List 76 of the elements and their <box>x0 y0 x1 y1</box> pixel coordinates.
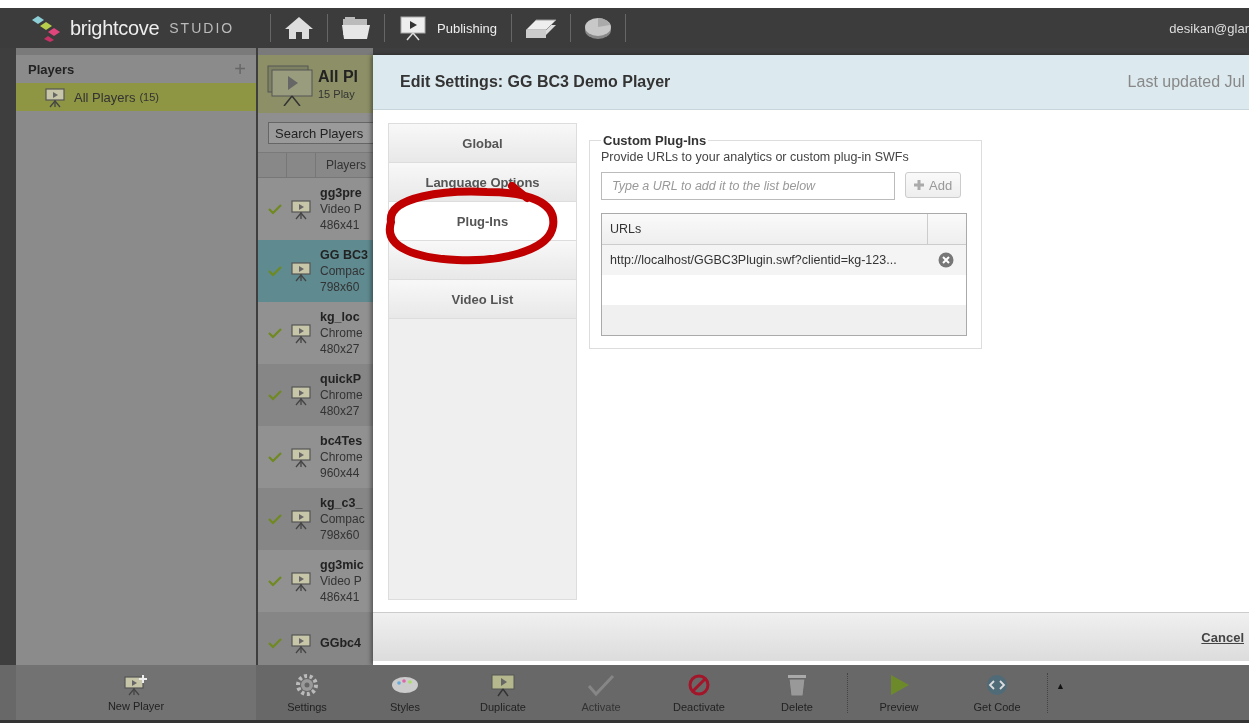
player-row[interactable]: kg_c3_ Compac 798x60 <box>258 488 373 550</box>
pie-chart-icon[interactable] <box>583 15 613 41</box>
presentation-screen-icon <box>399 15 427 41</box>
player-type: Chrome <box>320 387 363 403</box>
player-name: kg_c3_ <box>320 495 364 511</box>
player-size: 486x41 <box>320 589 361 605</box>
search-field[interactable]: Search Players <box>268 122 373 144</box>
player-screen-icon <box>290 570 312 592</box>
player-row[interactable]: GG BC3 Compac 798x60 <box>258 240 373 302</box>
settings-tab[interactable]: Plug-Ins <box>389 202 576 241</box>
player-screen-icon <box>290 260 312 282</box>
column-header: URLs <box>609 222 643 236</box>
player-name: bc4Tes <box>320 433 363 449</box>
sidebar-title: Players <box>28 61 75 77</box>
player-screen-icon <box>290 446 312 468</box>
brand-name: brightcove <box>70 16 160 40</box>
player-size: 798x60 <box>320 279 361 295</box>
player-row[interactable]: quickP Chrome 480x27 <box>258 364 373 426</box>
url-cell: http://localhost/GGBC3Plugin.swf?clientid=kg-123... <box>610 253 897 267</box>
player-size: 798x60 <box>320 527 361 543</box>
player-name: gg3mic <box>320 557 364 573</box>
settings-tab[interactable]: Video List <box>389 280 576 319</box>
player-size: 480x27 <box>320 341 361 357</box>
check-icon <box>587 672 615 697</box>
player-type: Chrome <box>320 449 363 465</box>
player-type: Video P <box>320 573 363 589</box>
player-row[interactable]: GGbc4 <box>258 612 373 665</box>
expand-toggle[interactable]: ▲ <box>1050 680 1071 691</box>
presentation-screen-icon <box>489 672 517 697</box>
preview-button[interactable]: Preview <box>850 665 948 720</box>
player-name: quickP <box>320 371 362 387</box>
list-title: All Pl <box>318 68 358 86</box>
cancel-link[interactable]: Cancel <box>1201 629 1244 645</box>
new-player-button[interactable]: New Player <box>16 665 256 720</box>
group-title: Custom Plug-Ins <box>602 133 708 148</box>
player-screen-icon <box>290 632 312 654</box>
product-name: STUDIO <box>169 20 235 36</box>
home-icon[interactable] <box>283 15 315 41</box>
player-screen-icon <box>44 86 66 108</box>
player-name: kg_loc <box>320 309 361 325</box>
dialog-title: Edit Settings: GG BC3 Demo Player <box>400 73 671 91</box>
settings-tab[interactable]: Global <box>389 124 576 163</box>
player-type: Compac <box>320 511 365 527</box>
url-field[interactable]: Type a URL to add it to the list below <box>601 172 895 200</box>
player-name: GGbc4 <box>320 635 361 651</box>
code-button[interactable]: Get Code <box>948 665 1046 720</box>
player-size: 486x41 <box>320 217 361 233</box>
player-screen-icon <box>290 322 312 344</box>
player-type: Video P <box>320 201 362 217</box>
list-count: 15 Play <box>318 88 356 100</box>
new-screen-icon <box>123 673 149 696</box>
last-updated: Last updated Jul <box>1127 73 1245 91</box>
folder-icon[interactable] <box>340 15 372 41</box>
gear-icon <box>293 672 321 697</box>
delete-button[interactable]: Delete <box>748 665 846 720</box>
player-size: 960x44 <box>320 465 361 481</box>
remove-icon[interactable] <box>938 252 954 268</box>
player-screen-icon <box>290 508 312 530</box>
player-name: gg3pre <box>320 185 362 201</box>
duplicate-button[interactable]: Duplicate <box>454 665 552 720</box>
user-name[interactable]: desikan@glar <box>1169 20 1249 36</box>
group-description: Provide URLs to your analytics or custom plug-in SWFs <box>601 150 910 164</box>
column-header: Players <box>325 158 366 172</box>
plus-icon <box>914 180 924 190</box>
styles-button[interactable]: Styles <box>356 665 454 720</box>
settings-button[interactable]: Settings <box>258 665 356 720</box>
player-screen-icon <box>264 62 314 106</box>
publishing-tab[interactable]: Publishing <box>393 15 503 41</box>
player-type: Chrome <box>320 325 363 341</box>
player-size: 480x27 <box>320 403 361 419</box>
sidebar-item[interactable]: All Players (15) <box>16 83 256 111</box>
player-screen-icon <box>290 198 312 220</box>
deactivate-button[interactable]: Deactivate <box>650 665 748 720</box>
player-type: Compac <box>320 263 366 279</box>
player-name: GG BC3 <box>320 247 368 263</box>
player-screen-icon <box>290 384 312 406</box>
